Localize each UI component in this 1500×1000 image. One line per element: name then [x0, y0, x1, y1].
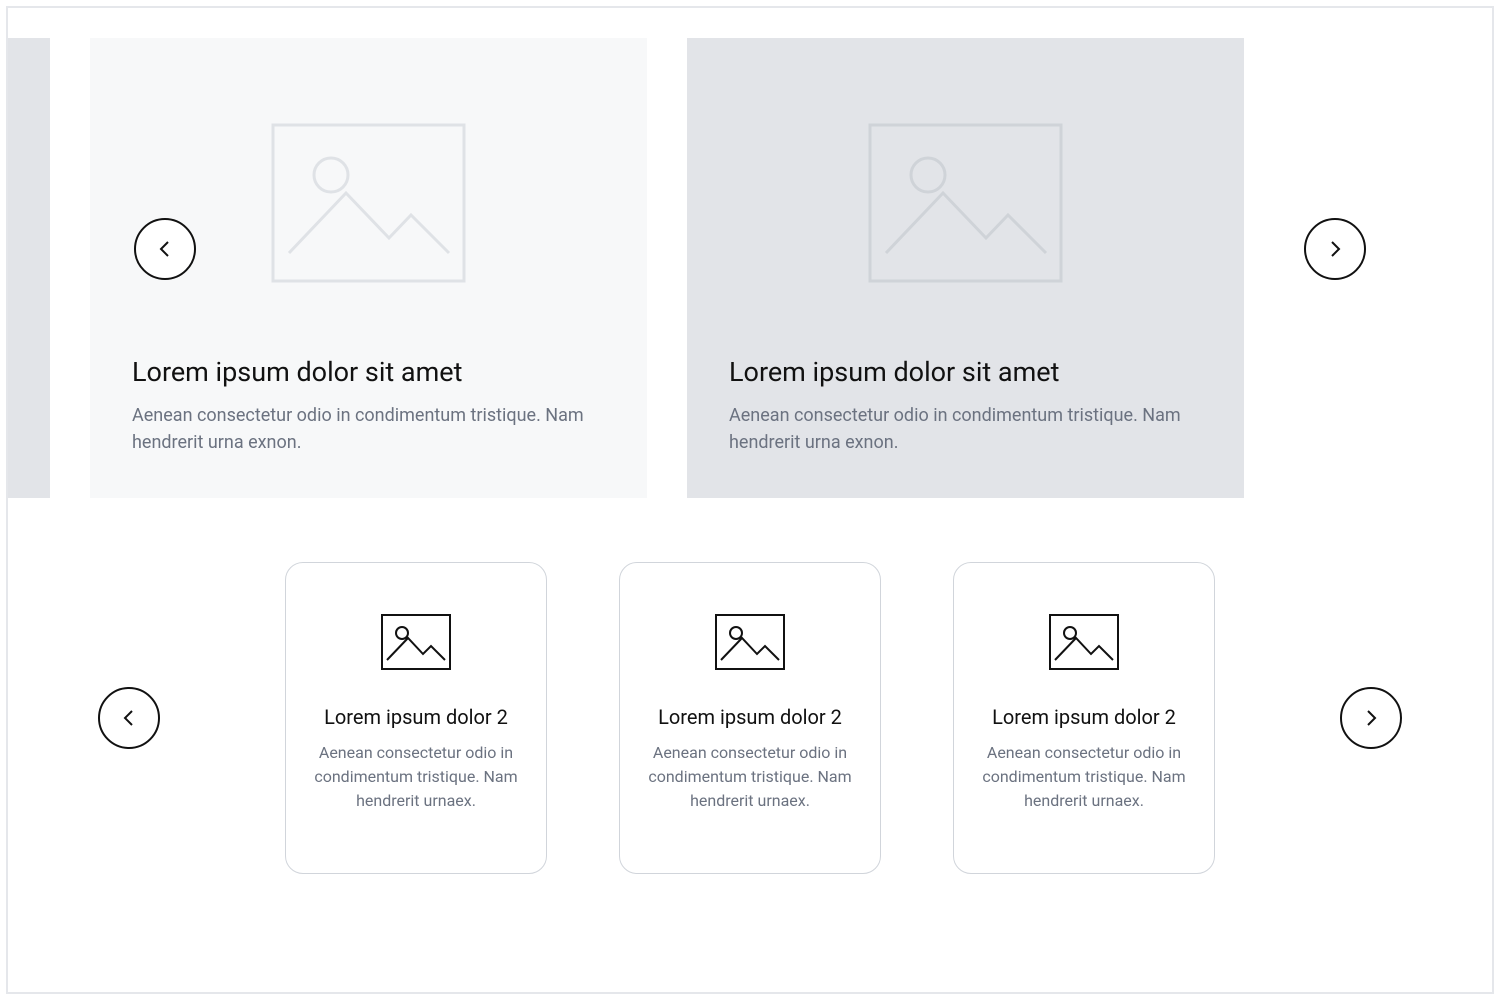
card-title: Lorem ipsum dolor 2 — [658, 705, 842, 729]
card-carousel: Lorem ipsum dolor 2 Aenean consectetur o… — [98, 558, 1402, 878]
hero-card[interactable]: Lorem ipsum dolor sit amet Aenean consec… — [687, 38, 1244, 498]
card-body: Aenean consectetur odio in condimentum t… — [314, 741, 518, 813]
hero-card-body: Aenean consectetur odio in condimentum t… — [6, 402, 8, 456]
chevron-right-icon — [1325, 239, 1345, 259]
cards-next-button[interactable] — [1340, 687, 1402, 749]
hero-next-button[interactable] — [1304, 218, 1366, 280]
hero-card-title: Lorem ipsum dolor sit amet — [132, 356, 605, 388]
hero-carousel: Lorem ipsum dolor sit amet Aenean consec… — [98, 38, 1402, 498]
hero-carousel-track: Lorem ipsum dolor sit amet Aenean consec… — [6, 38, 797, 498]
card-body: Aenean consectetur odio in condimentum t… — [982, 741, 1186, 813]
image-placeholder-icon — [868, 123, 1063, 283]
hero-prev-button[interactable] — [134, 218, 196, 280]
hero-card-body: Aenean consectetur odio in condimentum t… — [729, 402, 1202, 456]
card-carousel-track: Lorem ipsum dolor 2 Aenean consectetur o… — [160, 562, 1340, 874]
hero-card-title: Lorem ipsum dolor sit amet — [6, 356, 8, 388]
hero-card-image — [729, 80, 1202, 326]
card-image — [715, 597, 785, 687]
hero-card-body: Aenean consectetur odio in condimentum t… — [132, 402, 605, 456]
chevron-left-icon — [155, 239, 175, 259]
hero-card-title: Lorem ipsum dolor sit amet — [729, 356, 1202, 388]
card-image — [381, 597, 451, 687]
wireframe-frame: Lorem ipsum dolor sit amet Aenean consec… — [6, 6, 1494, 994]
card-image — [1049, 597, 1119, 687]
hero-card-image — [132, 80, 605, 326]
carousel-card[interactable]: Lorem ipsum dolor 2 Aenean consectetur o… — [285, 562, 547, 874]
carousel-card[interactable]: Lorem ipsum dolor 2 Aenean consectetur o… — [953, 562, 1215, 874]
card-title: Lorem ipsum dolor 2 — [992, 705, 1176, 729]
card-title: Lorem ipsum dolor 2 — [324, 705, 508, 729]
hero-card[interactable]: Lorem ipsum dolor sit amet Aenean consec… — [6, 38, 50, 498]
image-placeholder-icon — [381, 614, 451, 670]
chevron-left-icon — [119, 708, 139, 728]
image-placeholder-icon — [1049, 614, 1119, 670]
carousel-card[interactable]: Lorem ipsum dolor 2 Aenean consectetur o… — [619, 562, 881, 874]
cards-prev-button[interactable] — [98, 687, 160, 749]
image-placeholder-icon — [271, 123, 466, 283]
chevron-right-icon — [1361, 708, 1381, 728]
image-placeholder-icon — [715, 614, 785, 670]
hero-card-image — [6, 80, 8, 326]
card-body: Aenean consectetur odio in condimentum t… — [648, 741, 852, 813]
